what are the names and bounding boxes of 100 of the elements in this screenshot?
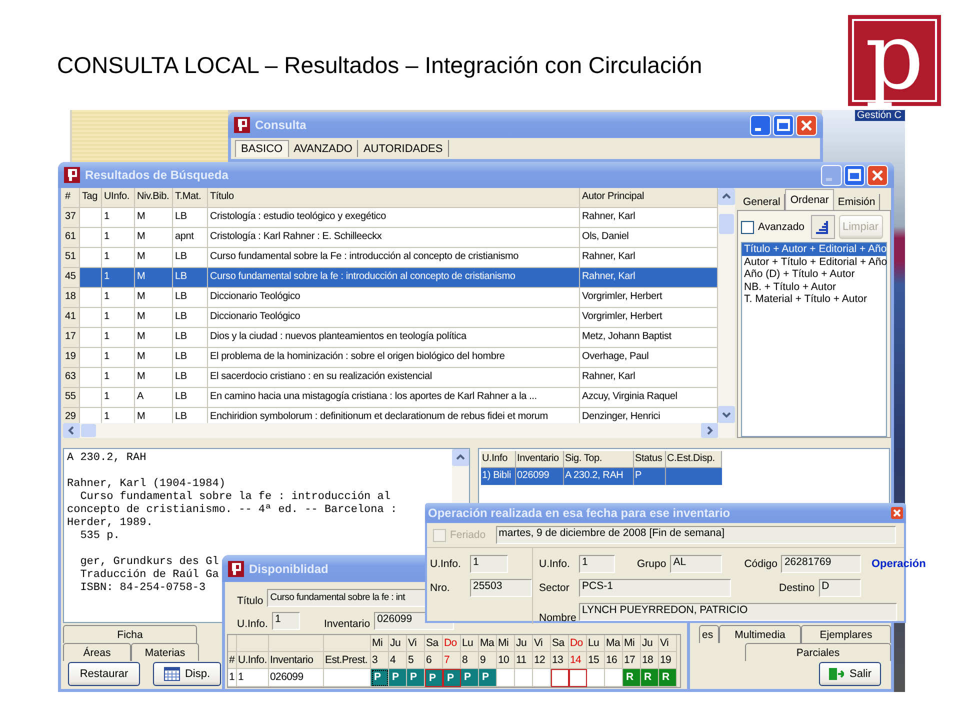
operation-label: Operación <box>871 558 926 570</box>
table-cell: LB <box>173 208 208 228</box>
table-cell: Cristología : estudio teológico y exegético <box>208 208 580 228</box>
window-title: Resultados de Búsqueda <box>85 168 228 182</box>
weekday-header: Lu <box>461 635 479 652</box>
table-cell: LB <box>173 348 208 368</box>
field-label: Código <box>744 558 778 570</box>
record-line: Rahner, Karl (1904-1984) <box>67 478 226 491</box>
field-label: Título <box>237 595 264 607</box>
record-line: ISBN: 84-254-0758-3 <box>79 582 206 595</box>
record-line: Curso fundamental sobre la fe : introducción al <box>79 491 390 504</box>
logo: p <box>848 15 941 106</box>
weekday-header: Sa <box>425 635 443 652</box>
record-line: 535 p. <box>79 530 120 543</box>
table-cell: 1 <box>228 669 237 687</box>
table-cell: 1) Bibli <box>481 468 516 485</box>
window-title: Consulta <box>255 118 306 132</box>
window-title: Disponiblidad <box>249 562 328 576</box>
weekday-header: Vi <box>533 635 551 652</box>
table-cell: 1 <box>102 368 135 388</box>
weekday-header: Mi <box>623 635 641 652</box>
field-label: U.Info. <box>429 558 462 570</box>
weekday-header: Mi <box>497 635 515 652</box>
table-cell: M <box>135 208 173 228</box>
table-cell: 1 <box>102 348 135 368</box>
table-cell: 1 <box>102 228 135 248</box>
table-cell: A 230.2, RAH <box>564 468 634 485</box>
field-label: U.Info. <box>237 618 268 630</box>
table-cell: Diccionario Teológico <box>208 288 580 308</box>
table-cell: M <box>135 268 173 288</box>
table-cell: 19 <box>63 348 80 368</box>
weekday-header: Vi <box>407 635 425 652</box>
record-line: Herder, 1989. <box>67 517 153 530</box>
weekday-header: Ju <box>389 635 407 652</box>
table-cell: M <box>135 228 173 248</box>
table-cell: 55 <box>63 388 80 408</box>
table-cell: 18 <box>63 288 80 308</box>
field-label: U.Info. <box>538 558 571 570</box>
checkbox-label: Avanzado <box>758 221 805 233</box>
weekday-header: Lu <box>587 635 605 652</box>
table-cell: 37 <box>63 208 80 228</box>
table-cell: 1 <box>102 388 135 408</box>
table-cell: M <box>135 288 173 308</box>
table-cell: LB <box>173 388 208 408</box>
table-cell: 1 <box>102 288 135 308</box>
table-cell: Diccionario Teológico <box>208 308 580 328</box>
table-cell: Dios y la ciudad : nuevos planteamientos en teología política <box>208 328 580 348</box>
slide-title: CONSULTA LOCAL – Resultados – Integración con Circulación <box>57 52 702 79</box>
table-cell: LB <box>173 308 208 328</box>
table-cell: 026099 <box>516 468 564 485</box>
table-cell: 026099 <box>269 669 324 687</box>
table-cell: M <box>135 368 173 388</box>
record-line: ger, Grundkurs des Gl <box>79 556 219 569</box>
field-label: Sector <box>538 582 570 594</box>
window-title: Operación realizada en esa fecha para ese inventario <box>428 506 730 520</box>
table-cell: A <box>135 388 173 408</box>
table-cell: M <box>135 328 173 348</box>
weekday-header: Mi <box>371 635 389 652</box>
weekday-header: Ma <box>479 635 497 652</box>
table-cell: 1 <box>102 328 135 348</box>
weekday-header: Vi <box>659 635 677 652</box>
record-line: A 230.2, RAH <box>67 452 146 465</box>
desktop-label: Gestión C <box>855 110 905 121</box>
table-cell: 1 <box>102 208 135 228</box>
table-cell: En camino hacia una mistagogía cristiana : los aportes de Karl Rahner a la ... <box>208 388 580 408</box>
table-cell: Curso fundamental sobre la fe : introducción al concepto de cristianismo <box>208 268 580 288</box>
record-line: concepto de cristianismo. -- 4ª ed. -- Barcelona : <box>67 504 398 517</box>
field-label: Grupo <box>637 558 666 570</box>
table-cell: apnt <box>173 228 208 248</box>
field-label: Nombre <box>538 612 575 624</box>
table-cell: 51 <box>63 248 80 268</box>
table-cell: 17 <box>63 328 80 348</box>
table-cell: M <box>135 348 173 368</box>
table-cell: LB <box>173 268 208 288</box>
table-cell: 1 <box>102 268 135 288</box>
table-cell: 61 <box>63 228 80 248</box>
table-cell: 1 <box>102 308 135 328</box>
table-cell: El sacerdocio cristiano : en su realización existencial <box>208 368 580 388</box>
table-cell: M <box>135 308 173 328</box>
weekday-header: Ma <box>605 635 623 652</box>
table-cell: 41 <box>63 308 80 328</box>
field-label: Destino <box>779 582 815 594</box>
record-line: Traducción de Raúl Ga <box>79 569 219 582</box>
weekday-header: Do <box>569 635 587 652</box>
table-cell: 1 <box>237 669 269 687</box>
table-cell: LB <box>173 368 208 388</box>
table-cell: P <box>634 468 666 485</box>
table-cell: Cristología : Karl Rahner : E. Schilleeckx <box>208 228 580 248</box>
weekday-header: Do <box>443 635 461 652</box>
weekday-header: Ju <box>515 635 533 652</box>
table-cell: El problema de la hominización : sobre el origen biológico del hombre <box>208 348 580 368</box>
field-label: Inventario <box>324 618 370 630</box>
table-cell: 63 <box>63 368 80 388</box>
table-cell: LB <box>173 288 208 308</box>
weekday-header: Sa <box>551 635 569 652</box>
table-cell: LB <box>173 328 208 348</box>
table-cell: 29 <box>63 408 80 423</box>
table-cell: 45 <box>63 268 80 288</box>
checkbox-label: Feriado <box>450 529 486 541</box>
weekday-header: Ju <box>641 635 659 652</box>
